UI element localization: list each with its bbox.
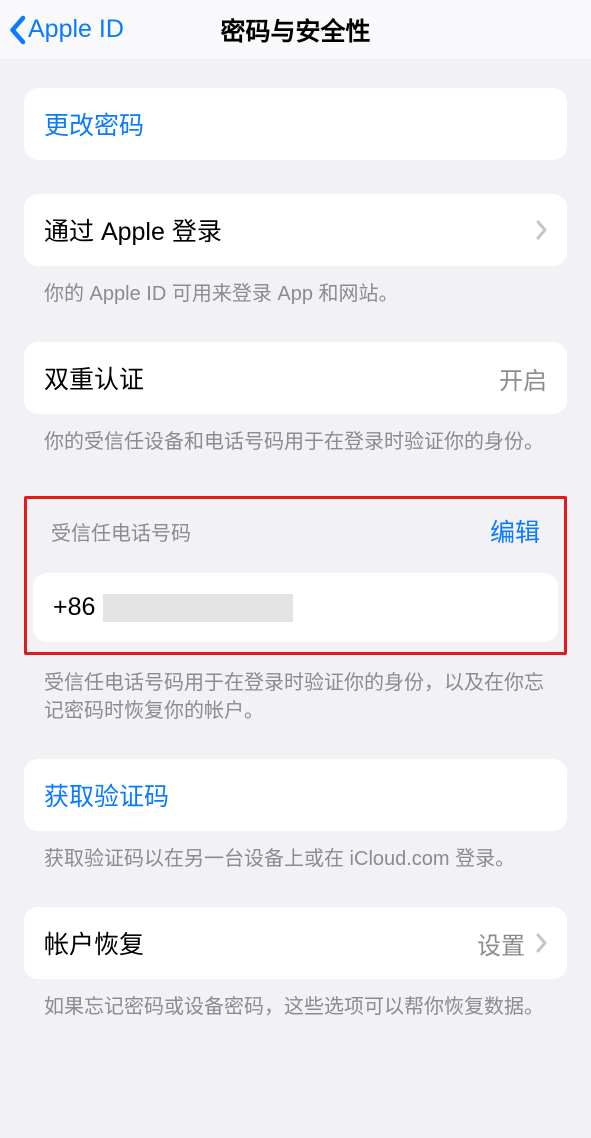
get-code-footer: 获取验证码以在另一台设备上或在 iCloud.com 登录。 [24,831,567,873]
change-password-group: 更改密码 [24,88,567,160]
account-recovery-group: 帐户恢复 设置 如果忘记密码或设备密码，这些选项可以帮你恢复数据。 [24,907,567,1021]
chevron-right-icon [535,933,547,953]
account-recovery-cell[interactable]: 帐户恢复 设置 [24,907,567,979]
sign-in-with-apple-footer: 你的 Apple ID 可用来登录 App 和网站。 [24,266,567,308]
get-code-cell[interactable]: 获取验证码 [24,759,567,831]
trusted-phone-header: 受信任电话号码 编辑 [31,507,560,561]
sign-in-with-apple-cell[interactable]: 通过 Apple 登录 [24,194,567,266]
trusted-phone-edit-button[interactable]: 编辑 [490,513,540,549]
chevron-left-icon [8,15,28,45]
trusted-phone-redacted [103,594,293,622]
account-recovery-footer: 如果忘记密码或设备密码，这些选项可以帮你恢复数据。 [24,979,567,1021]
account-recovery-label: 帐户恢复 [44,925,144,961]
two-factor-status: 开启 [499,361,547,396]
two-factor-group: 双重认证 开启 你的受信任设备和电话号码用于在登录时验证你的身份。 [24,342,567,456]
get-code-group: 获取验证码 获取验证码以在另一台设备上或在 iCloud.com 登录。 [24,759,567,873]
two-factor-footer: 你的受信任设备和电话号码用于在登录时验证你的身份。 [24,414,567,456]
nav-bar: Apple ID 密码与安全性 [0,0,591,60]
sign-in-with-apple-group: 通过 Apple 登录 你的 Apple ID 可用来登录 App 和网站。 [24,194,567,308]
trusted-phone-footer: 受信任电话号码用于在登录时验证你的身份，以及在你忘记密码时恢复你的帐户。 [24,655,567,725]
trusted-phone-highlight: 受信任电话号码 编辑 +86 [24,496,567,655]
change-password-cell[interactable]: 更改密码 [24,88,567,160]
back-button[interactable]: Apple ID [0,15,124,45]
two-factor-cell[interactable]: 双重认证 开启 [24,342,567,414]
trusted-phone-header-label: 受信任电话号码 [51,517,191,546]
back-label: Apple ID [28,15,124,44]
trusted-phone-cell[interactable]: +86 [33,573,558,642]
account-recovery-status: 设置 [477,926,525,961]
two-factor-label: 双重认证 [44,360,144,396]
get-code-label: 获取验证码 [44,777,169,813]
change-password-label: 更改密码 [44,106,144,142]
trusted-phone-prefix: +86 [53,593,95,622]
sign-in-with-apple-label: 通过 Apple 登录 [44,212,222,248]
chevron-right-icon [535,220,547,240]
